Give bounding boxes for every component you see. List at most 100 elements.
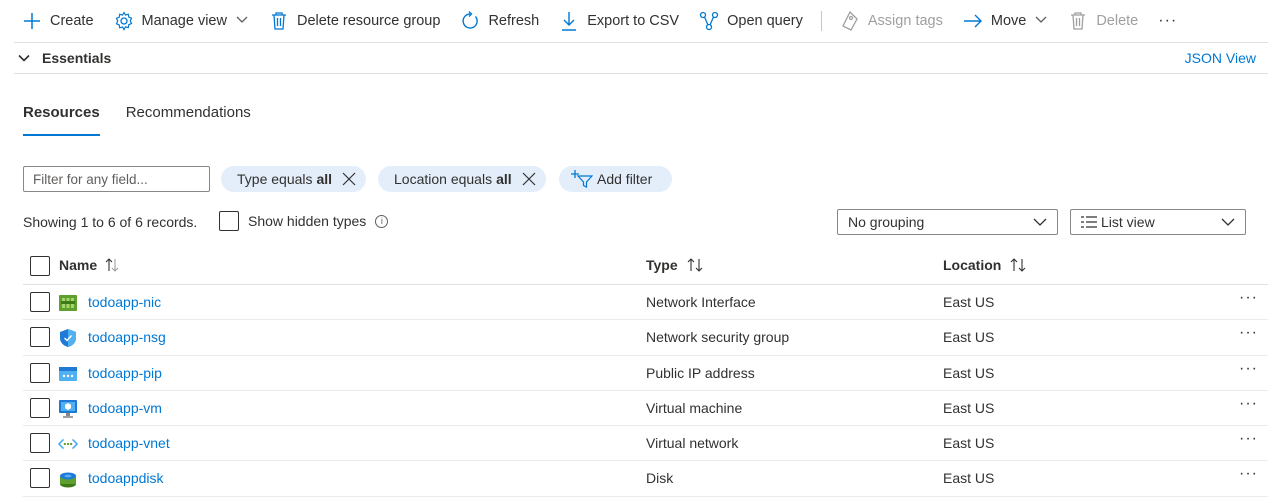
tag-icon: [840, 11, 860, 31]
delete-resource-group-label: Delete resource group: [296, 13, 441, 29]
grouping-dropdown[interactable]: No grouping: [837, 209, 1058, 235]
add-filter-label: Add filter: [597, 171, 653, 187]
resource-location: East US: [943, 294, 995, 310]
virtual-network-icon: [58, 434, 78, 454]
location-filter-pill[interactable]: Location equals all: [378, 166, 546, 192]
resource-location: East US: [943, 435, 995, 452]
table-row[interactable]: todoapp-vm Virtual machine East US ···: [23, 391, 1268, 427]
grouping-value: No grouping: [848, 214, 925, 230]
resources-table: Name Type Location todoapp-nic Network I…: [23, 247, 1268, 497]
resource-type: Network Interface: [646, 294, 756, 310]
toolbar-divider: [820, 11, 822, 31]
row-more-button[interactable]: ···: [1239, 360, 1258, 378]
essentials-title: Essentials: [42, 50, 112, 66]
row-checkbox[interactable]: [30, 327, 50, 348]
trash-icon: [269, 11, 289, 31]
essentials-toggle[interactable]: Essentials: [14, 50, 111, 66]
create-button[interactable]: Create: [14, 5, 104, 37]
row-checkbox[interactable]: [30, 468, 50, 489]
query-graph-icon: [699, 11, 719, 31]
sort-icon: [686, 258, 706, 272]
tab-recommendations[interactable]: Recommendations: [126, 104, 251, 136]
chevron-down-icon: [235, 12, 249, 30]
filter-input[interactable]: [23, 166, 210, 192]
row-more-button[interactable]: ···: [1239, 324, 1258, 342]
show-hidden-types-label: Show hidden types: [248, 213, 367, 229]
resource-type: Virtual machine: [646, 399, 743, 416]
table-row[interactable]: todoappdisk Disk East US ···: [23, 461, 1268, 497]
resource-name-link[interactable]: todoapp-pip: [88, 365, 162, 381]
close-icon[interactable]: [522, 172, 536, 186]
assign-tags-label: Assign tags: [867, 13, 943, 29]
assign-tags-button[interactable]: Assign tags: [830, 5, 953, 37]
resource-type: Virtual network: [646, 435, 739, 452]
row-checkbox[interactable]: [30, 292, 50, 312]
resource-name-link[interactable]: todoappdisk: [88, 470, 164, 486]
resource-type: Public IP address: [646, 364, 755, 381]
resource-location: East US: [943, 329, 995, 346]
view-mode-dropdown[interactable]: List view: [1070, 209, 1246, 235]
show-hidden-types-checkbox[interactable]: Show hidden types i: [219, 211, 389, 231]
row-checkbox[interactable]: [30, 397, 50, 418]
select-all-checkbox[interactable]: [30, 256, 50, 276]
network-security-group-icon: [58, 328, 78, 348]
create-label: Create: [50, 13, 94, 29]
row-more-button[interactable]: ···: [1239, 395, 1258, 413]
add-filter-button[interactable]: Add filter: [559, 166, 673, 192]
virtual-machine-icon: [58, 399, 78, 419]
table-header: Name Type Location: [23, 247, 1268, 285]
list-view-icon: [1081, 216, 1097, 228]
resource-name-link[interactable]: todoapp-vnet: [88, 435, 170, 451]
close-icon[interactable]: [342, 172, 356, 186]
table-row[interactable]: todoapp-nic Network Interface East US ··…: [23, 285, 1268, 321]
network-interface-icon: [58, 293, 78, 313]
type-filter-value: all: [316, 171, 333, 187]
resource-location: East US: [943, 364, 995, 381]
refresh-label: Refresh: [488, 13, 540, 29]
row-more-button[interactable]: ···: [1239, 430, 1258, 448]
checkbox[interactable]: [219, 211, 239, 231]
chevron-down-icon: [1033, 215, 1047, 229]
more-actions-button[interactable]: ···: [1148, 12, 1187, 30]
row-checkbox[interactable]: [30, 433, 50, 454]
type-column-header[interactable]: Type: [646, 257, 706, 273]
json-view-link[interactable]: JSON View: [1185, 50, 1256, 66]
delete-button[interactable]: Delete: [1058, 5, 1148, 37]
table-row[interactable]: todoapp-vnet Virtual network East US ···: [23, 426, 1268, 462]
location-filter-prefix: Location equals: [394, 171, 493, 187]
open-query-button[interactable]: Open query: [689, 5, 813, 37]
type-column-label: Type: [646, 257, 678, 273]
resource-name-link[interactable]: todoapp-vm: [88, 400, 162, 416]
type-filter-pill[interactable]: Type equals all: [221, 166, 367, 192]
essentials-bar: Essentials JSON View: [14, 42, 1268, 74]
resource-name-link[interactable]: todoapp-nic: [88, 294, 161, 310]
name-column-label: Name: [59, 257, 98, 273]
delete-label: Delete: [1096, 13, 1139, 29]
table-row[interactable]: todoapp-pip Public IP address East US ··…: [23, 356, 1268, 391]
name-column-header[interactable]: Name: [59, 257, 119, 273]
tab-resources[interactable]: Resources: [23, 104, 100, 136]
move-button[interactable]: Move: [953, 5, 1058, 37]
info-icon[interactable]: i: [375, 214, 389, 228]
row-more-button[interactable]: ···: [1239, 465, 1258, 483]
resource-location: East US: [943, 470, 995, 487]
command-bar: Create Manage view Delete resource group…: [14, 0, 1268, 42]
sort-ascending-icon: [105, 258, 119, 272]
tab-bar: Resources Recommendations: [23, 104, 277, 136]
delete-resource-group-button[interactable]: Delete resource group: [259, 5, 450, 37]
table-row[interactable]: todoapp-nsg Network security group East …: [23, 320, 1268, 356]
manage-view-button[interactable]: Manage view: [104, 5, 259, 37]
refresh-button[interactable]: Refresh: [450, 5, 549, 37]
row-more-button[interactable]: ···: [1239, 289, 1258, 307]
export-csv-button[interactable]: Export to CSV: [549, 5, 689, 37]
chevron-down-icon: [16, 50, 32, 66]
location-filter-value: all: [496, 171, 512, 187]
refresh-icon: [460, 11, 480, 31]
resource-type: Network security group: [646, 329, 790, 346]
location-column-header[interactable]: Location: [943, 257, 1029, 273]
add-filter-icon: [571, 170, 593, 188]
row-checkbox[interactable]: [30, 362, 50, 383]
location-column-label: Location: [943, 257, 1002, 273]
resource-name-link[interactable]: todoapp-nsg: [88, 329, 166, 345]
move-label: Move: [990, 13, 1027, 29]
